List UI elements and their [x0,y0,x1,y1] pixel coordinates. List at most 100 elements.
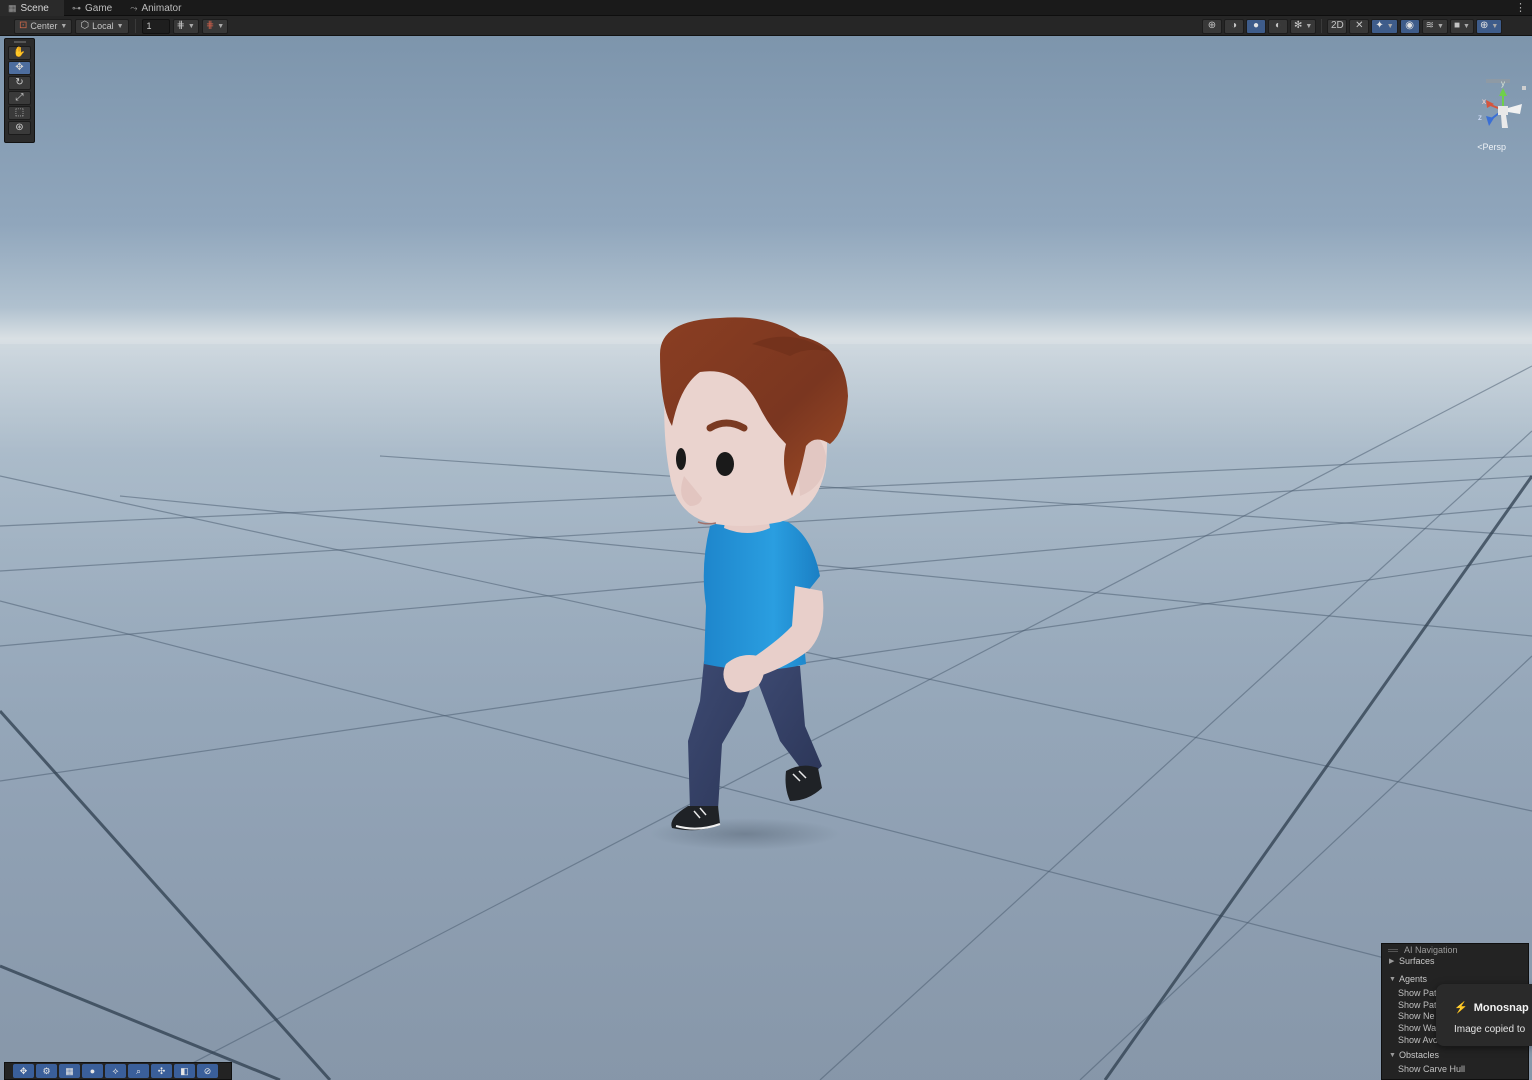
grid-increment-field[interactable]: 1 [141,18,170,34]
obstacle-option[interactable]: Show Carve Hull [1398,1064,1465,1074]
half-sphere-icon: ◑ [1230,20,1238,31]
rotate-tool-button[interactable]: ↻ [8,76,31,90]
scene-render [0,317,1532,1080]
chevron-down-icon: ▼ [1389,1051,1396,1059]
sphere-icon: ● [1252,20,1260,31]
animator-icon: ⤳ [130,2,138,13]
agents-section[interactable]: ▼ Agents [1389,974,1427,984]
2d-mode-button[interactable]: 2D [1327,18,1348,34]
projection-toggle[interactable]: <Persp [1477,142,1506,152]
audio-button[interactable]: ✕ [1349,18,1370,34]
obstacles-section[interactable]: ▼ Obstacles [1389,1050,1439,1060]
bug-icon: ✻ [1294,20,1303,31]
gizmo-x-label: x [1482,97,1486,106]
rect-icon: ⬚ [14,107,25,118]
hand-icon: ✋ [13,47,26,58]
agent-option[interactable]: Show Pat [1398,988,1437,998]
gizmo-center-cube[interactable] [1498,106,1508,115]
transform-overlay-button[interactable]: ✣ [151,1064,172,1078]
gizmos-icon: ⊕ [1479,20,1489,31]
toolbar-divider [1321,19,1323,33]
monosnap-toast[interactable]: ⚡ Monosnap Image copied to [1436,984,1532,1046]
move-overlay-button[interactable]: ✥ [13,1064,34,1078]
navigation-overlay-button[interactable]: ⟡ [105,1064,126,1078]
layers-dropdown[interactable]: ≋ ▼ [1421,18,1448,34]
camera-settings-dropdown[interactable]: ■ ▼ [1449,18,1474,34]
surfaces-label: Surfaces [1399,956,1435,966]
compass-icon: ⊘ [203,1065,212,1076]
agent-option[interactable]: Show Wa [1398,1023,1436,1033]
shading-overlay-button[interactable]: ● [82,1064,103,1078]
chevron-down-icon: ▼ [60,22,68,30]
surfaces-section[interactable]: ▶ Surfaces [1389,956,1435,966]
tab-animator[interactable]: ⤳ Animator [122,0,191,16]
toolbar-divider [134,19,136,33]
tab-scene[interactable]: ▦ Scene [0,0,64,16]
agent-option[interactable]: Show Ne [1398,1011,1435,1021]
draw-mode-button[interactable]: ⊕ [1202,18,1222,34]
grid-snap-button[interactable]: ⋕ ▼ [172,18,199,34]
chevron-down-icon: ▼ [187,22,195,30]
tab-animator-label: Animator [141,2,182,14]
camera-icon: ■ [1453,20,1461,31]
pivot-rotation-label: Local [92,21,114,31]
tool-settings-button[interactable]: ⚙ [36,1064,57,1078]
grid-overlay-button[interactable]: ▦ [59,1064,80,1078]
chevron-down-icon: ▼ [1305,22,1313,30]
search-overlay-button[interactable]: ⌕ [128,1064,149,1078]
pivot-rotation-dropdown[interactable]: ⬡ Local ▼ [75,18,129,34]
transform-icon: ⊛ [15,122,24,133]
ai-navigation-header[interactable]: AI Navigation [1388,945,1458,955]
effects-icon: ✦ [1375,20,1384,31]
grid-visibility-button[interactable]: ⋕ ▼ [201,18,229,34]
overlay-toolbar-bottom: ✥ ⚙ ▦ ● ⟡ ⌕ ✣ ◧ ⊘ [4,1062,232,1080]
transform-icon: ✣ [157,1065,166,1076]
chevron-down-icon: ▼ [1386,22,1394,30]
lightning-icon: ⚡ [1454,1002,1468,1014]
move-icon: ✥ [15,62,24,73]
rect-tool-button[interactable]: ⬚ [8,106,31,120]
lighting-button[interactable]: ◐ [1268,18,1288,34]
ai-navigation-icon: ⟡ [112,1065,119,1076]
projection-label: Persp [1482,142,1506,152]
pivot-mode-dropdown[interactable]: ⊡ Center ▼ [14,18,73,34]
toast-app-name: Monosnap [1473,1001,1529,1014]
camera-overlay-button[interactable]: ◧ [174,1064,195,1078]
gizmo-y-cone[interactable] [1499,88,1507,96]
move-tool-button[interactable]: ✥ [8,61,31,75]
toast-message: Image copied to [1454,1024,1526,1035]
grid-icon: ▦ [8,2,17,13]
scene-viewport[interactable]: y x z <Persp [0,36,1532,1080]
gamepad-icon: ⊶ [72,2,81,13]
grid-icon: ▦ [65,1065,74,1076]
gizmos-dropdown[interactable]: ⊕ ▼ [1475,18,1503,34]
tab-game-label: Game [85,2,113,14]
agent-option[interactable]: Show Pat [1398,1000,1437,1010]
gizmo-neg-y-cone[interactable] [1501,115,1508,128]
debug-draw-dropdown[interactable]: ✻ ▼ [1290,18,1317,34]
overlay-grip-icon[interactable] [14,41,26,43]
chevron-down-icon: ▼ [116,22,124,30]
scene-visibility-button[interactable]: ◉ [1399,18,1420,34]
agents-label: Agents [1399,974,1428,984]
cube-icon: ⬡ [80,20,90,31]
shaded-wireframe-button[interactable]: ◑ [1224,18,1244,34]
scale-tool-button[interactable]: ⤢ [8,91,31,105]
agent-option[interactable]: Show Avo [1398,1035,1438,1045]
hand-tool-button[interactable]: ✋ [8,46,31,60]
gizmo-neg-x-cone[interactable] [1508,104,1522,114]
more-options-icon[interactable]: ⋮ [1515,1,1526,14]
transform-tool-button[interactable]: ⊛ [8,121,31,135]
camera-icon: ◧ [180,1065,189,1076]
lock-icon[interactable] [1522,86,1526,90]
chevron-right-icon: ▶ [1389,958,1395,965]
shaded-button[interactable]: ● [1246,18,1266,34]
effects-dropdown[interactable]: ✦ ▼ [1371,18,1398,34]
tools-overlay: ✋ ✥ ↻ ⤢ ⬚ ⊛ [4,38,35,143]
orientation-overlay-button[interactable]: ⊘ [197,1064,218,1078]
editor-tab-bar: ▦ Scene ⊶ Game ⤳ Animator ⋮ [0,0,1532,16]
chevron-down-icon: ▼ [1463,22,1470,30]
grid-visibility-icon: ⋕ [205,20,215,31]
tab-game[interactable]: ⊶ Game [64,0,122,16]
obstacles-label: Obstacles [1399,1050,1440,1060]
